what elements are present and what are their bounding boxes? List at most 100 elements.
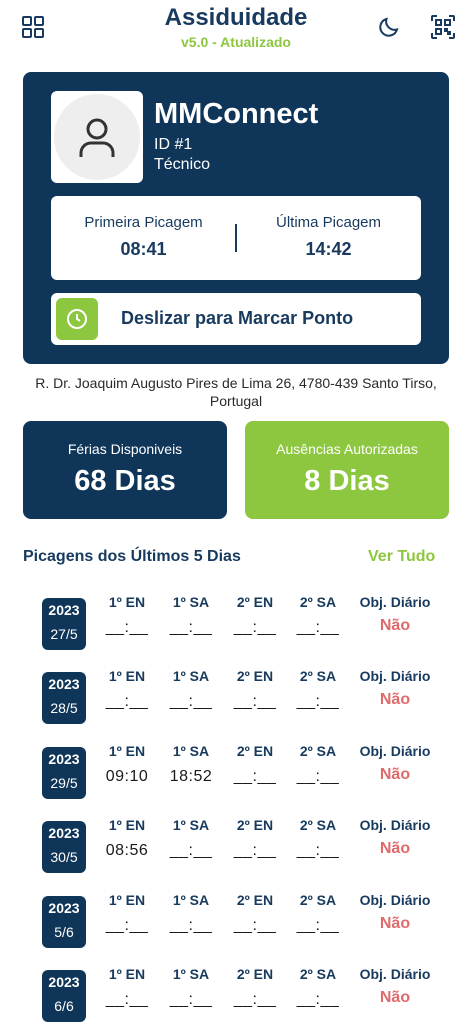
punch-time: __:__ — [233, 693, 277, 711]
punch-time: __:__ — [169, 991, 213, 1008]
slide-label: Deslizar para Marcar Ponto — [121, 308, 354, 328]
punch-cell-sa2: 2º SA __:__ — [283, 668, 353, 711]
date-badge: 2023 5/6 — [42, 895, 86, 948]
column-header: 2º EN — [236, 742, 274, 759]
date-year: 2023 — [48, 974, 80, 990]
table-row[interactable]: 2023 28/5 1º EN __:__ 1º SA __:__ 2º EN __:__ 2º… — [0, 662, 472, 726]
objective-cell: Obj. Diário Não — [350, 966, 440, 1007]
column-header: 1º EN — [108, 817, 146, 834]
column-header: 1º SA — [172, 742, 210, 759]
column-header: 1º EN — [108, 966, 146, 982]
punch-cell-sa2: 2º SA __:__ — [283, 892, 353, 935]
qr-code-icon — [431, 15, 455, 39]
last-punch-value: 14:42 — [305, 239, 352, 259]
slide-to-punch[interactable]: Deslizar para Marcar Ponto — [51, 293, 421, 345]
vacation-value: 68 Dias — [74, 465, 176, 497]
objective-cell: Obj. Diário Não — [350, 668, 440, 709]
punch-cell-en2: 2º EN __:__ — [220, 668, 290, 711]
date-day: 5/6 — [54, 923, 74, 940]
column-header: Obj. Diário — [359, 891, 431, 908]
table-row[interactable]: 2023 6/6 1º EN __:__ 1º SA __:__ 2º EN __:__ 2º … — [0, 960, 472, 1024]
column-header: 2º SA — [299, 668, 337, 685]
punch-time: __:__ — [296, 693, 340, 711]
objective-status: Não — [379, 765, 411, 783]
punch-time: __:__ — [296, 991, 340, 1008]
punch-cell-en2: 2º EN __:__ — [220, 966, 290, 1009]
slide-handle[interactable] — [56, 298, 98, 340]
table-row[interactable]: 2023 30/5 1º EN 08:56 1º SA __:__ 2º EN __:__ 2º… — [0, 811, 472, 875]
first-punch: Primeira Picagem 08:41 — [51, 196, 236, 280]
punch-time: __:__ — [169, 619, 213, 636]
punch-cell-en1: 1º EN __:__ — [92, 892, 162, 935]
date-day: 30/5 — [50, 849, 78, 866]
objective-status: Não — [379, 840, 411, 858]
date-badge: 2023 30/5 — [42, 821, 86, 874]
column-header: 1º SA — [172, 817, 210, 834]
objective-cell: Obj. Diário Não — [350, 892, 440, 933]
date-year: 2023 — [48, 899, 80, 916]
punch-cell-sa1: 1º SA __:__ — [156, 668, 226, 711]
punch-time: 09:10 — [105, 767, 149, 785]
objective-cell: Obj. Diário Não — [350, 594, 440, 635]
column-header: Obj. Diário — [359, 668, 431, 685]
column-header: 2º SA — [299, 817, 337, 834]
punch-time: __:__ — [105, 916, 149, 934]
column-header: 1º SA — [172, 891, 210, 908]
see-all-link[interactable]: Ver Tudo — [368, 548, 435, 566]
absence-card[interactable]: Ausências Autorizadas 8 Dias — [245, 421, 449, 519]
first-punch-label: Primeira Picagem — [84, 214, 203, 231]
table-row[interactable]: 2023 27/5 1º EN __:__ 1º SA __:__ 2º EN __:__ 2º… — [0, 588, 472, 652]
punch-time: __:__ — [105, 693, 149, 711]
column-header: 2º SA — [299, 891, 337, 908]
column-header: Obj. Diário — [359, 742, 431, 759]
user-id: ID #1 — [154, 136, 193, 153]
punch-time: __:__ — [296, 619, 340, 636]
column-header: 1º EN — [108, 668, 146, 685]
profile-card: MMConnect ID #1 Técnico Primeira Picagem… — [23, 72, 449, 364]
punch-cell-en1: 1º EN __:__ — [92, 668, 162, 711]
absence-label: Ausências Autorizadas — [276, 441, 418, 457]
column-header: Obj. Diário — [359, 817, 431, 834]
punch-time: 08:56 — [105, 842, 149, 860]
objective-status: Não — [379, 914, 411, 932]
date-day: 27/5 — [50, 626, 78, 642]
date-badge: 2023 6/6 — [42, 970, 86, 1022]
column-header: 1º SA — [172, 966, 210, 982]
objective-status: Não — [379, 617, 411, 634]
punch-time: __:__ — [233, 767, 277, 785]
first-punch-value: 08:41 — [120, 239, 167, 259]
punch-cell-sa1: 1º SA __:__ — [156, 966, 226, 1009]
punch-cell-sa2: 2º SA __:__ — [283, 743, 353, 786]
table-row[interactable]: 2023 5/6 1º EN __:__ 1º SA __:__ 2º EN __:__ 2º … — [0, 886, 472, 950]
date-badge: 2023 27/5 — [42, 598, 86, 650]
vacation-label: Férias Disponiveis — [67, 441, 183, 457]
date-badge: 2023 29/5 — [42, 746, 86, 799]
punch-cell-en1: 1º EN __:__ — [92, 594, 162, 637]
punch-cell-en2: 2º EN __:__ — [220, 817, 290, 860]
date-badge: 2023 28/5 — [42, 672, 86, 725]
dark-mode-button[interactable] — [374, 12, 404, 42]
punch-cell-sa1: 1º SA __:__ — [156, 892, 226, 935]
date-year: 2023 — [48, 750, 80, 767]
section-title: Picagens dos Últimos 5 Dias — [23, 548, 241, 565]
user-icon — [79, 118, 115, 157]
qr-scan-button[interactable] — [428, 12, 458, 42]
column-header: 1º SA — [172, 668, 210, 685]
punch-time: __:__ — [233, 991, 277, 1008]
punch-summary: Primeira Picagem 08:41 Última Picagem 14… — [51, 196, 421, 280]
punch-time: __:__ — [233, 842, 277, 860]
punch-cell-sa1: 1º SA __:__ — [156, 817, 226, 860]
punch-cell-sa2: 2º SA __:__ — [283, 966, 353, 1009]
column-header: Obj. Diário — [359, 594, 431, 610]
date-day: 6/6 — [54, 998, 74, 1014]
table-row[interactable]: 2023 29/5 1º EN 09:10 1º SA 18:52 2º EN __:__ 2º… — [0, 737, 472, 801]
objective-status: Não — [379, 691, 411, 709]
column-header: 2º EN — [236, 891, 274, 908]
column-header: 2º SA — [299, 742, 337, 759]
app-header: Assiduidade v5.0 - Atualizado — [0, 0, 472, 62]
avatar — [51, 91, 143, 183]
date-year: 2023 — [48, 676, 80, 693]
punch-time: 18:52 — [169, 767, 213, 785]
objective-status: Não — [379, 989, 411, 1006]
vacation-card[interactable]: Férias Disponiveis 68 Dias — [23, 421, 227, 519]
